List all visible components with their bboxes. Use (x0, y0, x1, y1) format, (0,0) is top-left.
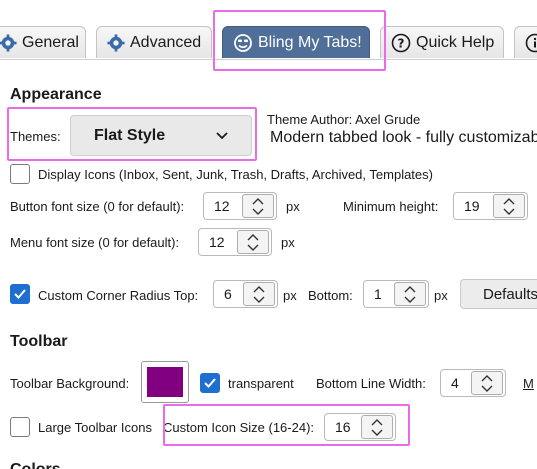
tab-bar: General Advanced Bling My Tabs! ? Quick … (0, 0, 537, 60)
corner-bottom-unit: px (434, 288, 448, 303)
toolbar-heading: Toolbar (10, 333, 68, 350)
chevron-up-icon[interactable] (252, 195, 264, 206)
info-icon (525, 33, 537, 52)
corner-radius-checkbox[interactable] (10, 284, 30, 304)
colors-heading: Colors (10, 461, 61, 469)
chevron-down-icon[interactable] (253, 294, 265, 305)
bottom-line-label: Bottom Line Width: (316, 376, 426, 391)
stepper-arrows[interactable] (493, 194, 525, 218)
stepper-arrows[interactable] (237, 230, 269, 254)
min-height-label: Minimum height: (343, 199, 439, 214)
theme-description: Modern tabbed look - fully customizable (270, 129, 537, 146)
corner-top-stepper[interactable]: 6 (213, 280, 278, 308)
stepper-arrows[interactable] (242, 194, 274, 218)
chevron-down-icon[interactable] (503, 206, 515, 217)
color-swatch-fill (147, 367, 183, 397)
chevron-up-icon[interactable] (253, 283, 265, 294)
themes-label: Themes: (10, 129, 61, 144)
menu-font-stepper[interactable]: 12 (198, 228, 272, 256)
chevron-up-icon[interactable] (371, 416, 383, 427)
stepper-arrows[interactable] (471, 371, 503, 395)
defaults-button[interactable]: Defaults (460, 279, 537, 309)
tab-quick-help[interactable]: ? Quick Help (380, 26, 504, 58)
chevron-up-icon[interactable] (404, 283, 416, 294)
theme-author: Theme Author: Axel Grude (267, 112, 421, 127)
stepper-arrows[interactable] (243, 282, 275, 306)
corner-bottom-label: Bottom: (308, 288, 353, 303)
gear-icon (0, 33, 17, 52)
chevron-up-icon[interactable] (503, 195, 515, 206)
bottom-line-stepper[interactable]: 4 (440, 369, 506, 397)
transparent-checkbox[interactable] (200, 373, 220, 393)
bottom-line-value: 4 (451, 375, 459, 391)
chevron-down-icon[interactable] (481, 383, 493, 394)
chevron-down-icon (216, 132, 228, 140)
chevron-down-icon[interactable] (371, 427, 383, 438)
menu-font-unit: px (281, 235, 295, 250)
stepper-arrows[interactable] (361, 415, 393, 439)
large-icons-checkbox[interactable] (10, 417, 30, 437)
tab-advanced-label: Advanced (130, 33, 202, 51)
button-font-unit: px (286, 199, 300, 214)
checkmark-icon (14, 289, 26, 299)
svg-text:?: ? (398, 36, 405, 50)
display-icons-checkbox[interactable] (10, 164, 30, 184)
chevron-down-icon[interactable] (252, 206, 264, 217)
corner-bottom-stepper[interactable]: 1 (363, 280, 429, 308)
display-icons-label: Display Icons (Inbox, Sent, Junk, Trash,… (38, 167, 433, 182)
custom-icon-size-value: 16 (335, 419, 351, 435)
smiley-icon (234, 33, 252, 52)
corner-bottom-value: 1 (374, 286, 382, 302)
custom-icon-size-label: Custom Icon Size (16-24): (163, 420, 315, 435)
tab-bling-label: Bling My Tabs! (258, 33, 362, 51)
custom-icon-size-stepper[interactable]: 16 (324, 413, 396, 441)
corner-top-unit: px (283, 288, 297, 303)
button-font-label: Button font size (0 for default): (10, 199, 185, 214)
tab-general-label: General (22, 33, 79, 51)
chevron-up-icon[interactable] (481, 372, 493, 383)
min-height-value: 19 (464, 198, 480, 214)
min-height-stepper[interactable]: 19 (453, 192, 528, 220)
gear-icon (107, 33, 125, 52)
large-icons-label: Large Toolbar Icons (38, 420, 152, 435)
tab-advanced[interactable]: Advanced (96, 26, 212, 58)
chevron-up-icon[interactable] (247, 231, 259, 242)
transparent-label: transparent (228, 376, 294, 391)
appearance-heading: Appearance (10, 86, 102, 103)
menu-font-value: 12 (209, 234, 225, 250)
tab-quick-help-label: Quick Help (416, 33, 495, 51)
checkmark-icon (204, 378, 216, 388)
theme-select-value: Flat Style (94, 126, 166, 144)
corner-radius-label: Custom Corner Radius Top: (38, 288, 199, 303)
button-font-value: 12 (214, 198, 230, 214)
chevron-down-icon[interactable] (404, 294, 416, 305)
toolbar-background-swatch[interactable] (141, 361, 189, 403)
corner-top-value: 6 (224, 286, 232, 302)
tab-general[interactable]: General (0, 26, 86, 58)
stepper-arrows[interactable] (394, 282, 426, 306)
chevron-down-icon[interactable] (247, 242, 259, 253)
question-icon: ? (391, 33, 411, 52)
theme-select[interactable]: Flat Style (70, 115, 252, 156)
menu-font-label: Menu font size (0 for default): (10, 235, 180, 250)
toolbar-background-label: Toolbar Background: (10, 376, 130, 391)
button-font-stepper[interactable]: 12 (203, 192, 277, 220)
tab-info[interactable] (514, 26, 537, 58)
bottom-line-more-link[interactable]: M (523, 376, 534, 391)
tab-bling-my-tabs[interactable]: Bling My Tabs! (222, 26, 370, 58)
